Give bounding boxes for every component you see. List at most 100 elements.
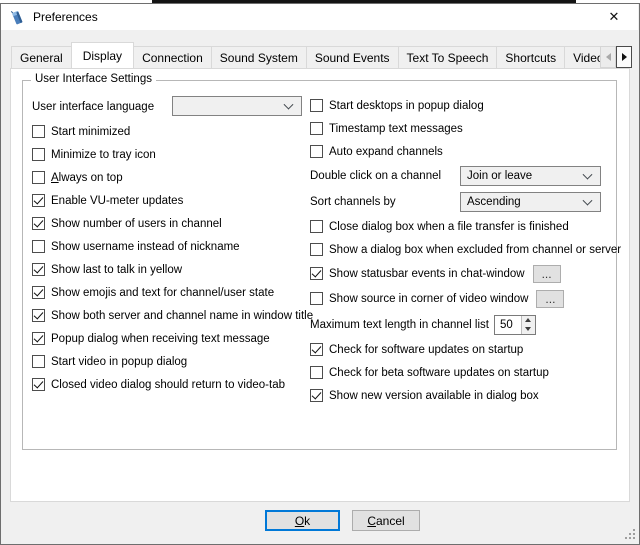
row-show-user-count: Show number of users in channel — [32, 212, 308, 235]
tab-scroll-buttons — [600, 46, 632, 68]
checkbox-auto-expand[interactable] — [310, 145, 323, 158]
checkbox-statusbar-events[interactable] — [310, 267, 323, 280]
row-new-version-dialog: Show new version available in dialog box — [310, 384, 632, 407]
tab-connection[interactable]: Connection — [133, 46, 212, 68]
statusbar-events-more-button[interactable]: ... — [533, 265, 561, 283]
checkbox-minimize-to-tray[interactable] — [32, 148, 45, 161]
checkbox-check-updates[interactable] — [310, 343, 323, 356]
left-column: User interface language Start minimized … — [32, 94, 308, 396]
checkbox-always-on-top[interactable] — [32, 171, 45, 184]
row-minimize-to-tray: Minimize to tray icon — [32, 143, 308, 166]
double-click-value: Join or leave — [467, 170, 532, 182]
checkbox-show-user-count[interactable] — [32, 217, 45, 230]
cancel-button[interactable]: Cancel — [352, 510, 420, 531]
checkbox-start-minimized[interactable] — [32, 125, 45, 138]
row-video-popup: Start video in popup dialog — [32, 350, 308, 373]
row-check-beta-updates: Check for beta software updates on start… — [310, 361, 632, 384]
checkbox-video-popup[interactable] — [32, 355, 45, 368]
tab-scroll-left-button — [600, 46, 616, 68]
row-show-username: Show username instead of nickname — [32, 235, 308, 258]
label-last-to-talk[interactable]: Show last to talk in yellow — [51, 264, 182, 276]
tab-sound-system[interactable]: Sound System — [211, 46, 307, 68]
checkbox-popup-text-message[interactable] — [32, 332, 45, 345]
video-source-more-button[interactable]: ... — [536, 290, 564, 308]
chevron-down-icon — [583, 170, 593, 180]
label-always-on-top[interactable]: Always on top — [51, 172, 123, 184]
label-new-version-dialog[interactable]: Show new version available in dialog box — [329, 390, 539, 402]
label-minimize-to-tray[interactable]: Minimize to tray icon — [51, 149, 156, 161]
row-video-source-corner: Show source in corner of video window ..… — [310, 286, 632, 311]
tab-scroll-right-button[interactable] — [616, 46, 632, 68]
checkbox-closed-video[interactable] — [32, 378, 45, 391]
language-row: User interface language — [32, 94, 308, 120]
checkbox-new-version-dialog[interactable] — [310, 389, 323, 402]
label-timestamp[interactable]: Timestamp text messages — [329, 123, 463, 135]
label-vu-meter[interactable]: Enable VU-meter updates — [51, 195, 183, 207]
label-window-title[interactable]: Show both server and channel name in win… — [51, 310, 313, 322]
chevron-down-icon — [583, 196, 593, 206]
max-text-length-spinner: 50 — [494, 315, 536, 335]
label-close-file-transfer[interactable]: Close dialog box when a file transfer is… — [329, 221, 569, 233]
checkbox-show-username[interactable] — [32, 240, 45, 253]
checkbox-emojis[interactable] — [32, 286, 45, 299]
checkbox-start-desktops[interactable] — [310, 99, 323, 112]
label-excluded-dialog[interactable]: Show a dialog box when excluded from cha… — [329, 244, 621, 256]
tab-text-to-speech[interactable]: Text To Speech — [398, 46, 498, 68]
arrow-down-icon — [525, 327, 531, 331]
chevron-down-icon — [284, 100, 294, 110]
checkbox-last-to-talk[interactable] — [32, 263, 45, 276]
tab-display[interactable]: Display — [71, 42, 134, 68]
label-statusbar-events[interactable]: Show statusbar events in chat-window — [329, 268, 525, 280]
checkbox-check-beta-updates[interactable] — [310, 366, 323, 379]
row-check-updates: Check for software updates on startup — [310, 338, 632, 361]
close-icon[interactable]: ✕ — [592, 4, 636, 30]
language-select[interactable] — [172, 96, 302, 116]
label-check-updates[interactable]: Check for software updates on startup — [329, 344, 523, 356]
sort-channels-value: Ascending — [467, 196, 521, 208]
sort-channels-label: Sort channels by — [310, 196, 396, 208]
checkbox-window-title[interactable] — [32, 309, 45, 322]
label-show-username[interactable]: Show username instead of nickname — [51, 241, 240, 253]
spinner-up-button[interactable] — [522, 316, 535, 325]
arrow-up-icon — [525, 318, 531, 322]
row-last-to-talk: Show last to talk in yellow — [32, 258, 308, 281]
checkbox-close-file-transfer[interactable] — [310, 220, 323, 233]
row-double-click: Double click on a channel Join or leave — [310, 163, 632, 189]
tab-shortcuts[interactable]: Shortcuts — [496, 46, 565, 68]
row-popup-text-message: Popup dialog when receiving text message — [32, 327, 308, 350]
checkbox-timestamp[interactable] — [310, 122, 323, 135]
ok-button[interactable]: Ok — [265, 510, 340, 531]
label-video-popup[interactable]: Start video in popup dialog — [51, 356, 187, 368]
label-video-source-corner[interactable]: Show source in corner of video window — [329, 293, 528, 305]
label-start-minimized[interactable]: Start minimized — [51, 126, 130, 138]
spinner-down-button[interactable] — [522, 325, 535, 334]
double-click-select[interactable]: Join or leave — [460, 166, 601, 186]
label-popup-text-message[interactable]: Popup dialog when receiving text message — [51, 333, 270, 345]
label-auto-expand[interactable]: Auto expand channels — [329, 146, 443, 158]
window-title: Preferences — [33, 10, 98, 24]
chevron-left-icon — [606, 53, 611, 61]
max-text-length-value[interactable]: 50 — [495, 316, 521, 334]
tab-sound-events[interactable]: Sound Events — [306, 46, 399, 68]
label-closed-video[interactable]: Closed video dialog should return to vid… — [51, 379, 285, 391]
tabbar: General Display Connection Sound System … — [11, 42, 631, 68]
tab-general[interactable]: General — [11, 46, 72, 68]
checkbox-excluded-dialog[interactable] — [310, 243, 323, 256]
checkbox-video-source-corner[interactable] — [310, 292, 323, 305]
row-statusbar-events: Show statusbar events in chat-window ... — [310, 261, 632, 286]
row-always-on-top: Always on top — [32, 166, 308, 189]
titlebar[interactable]: Preferences ✕ — [1, 4, 638, 30]
max-text-length-label: Maximum text length in channel list — [310, 319, 489, 331]
row-sort-channels: Sort channels by Ascending — [310, 189, 632, 215]
checkbox-vu-meter[interactable] — [32, 194, 45, 207]
row-close-file-transfer: Close dialog box when a file transfer is… — [310, 215, 632, 238]
preferences-dialog-screenshot: Preferences ✕ General Display Connection… — [0, 0, 640, 545]
double-click-label: Double click on a channel — [310, 170, 441, 182]
resize-grip[interactable] — [625, 529, 636, 540]
spinner-buttons — [521, 316, 535, 334]
sort-channels-select[interactable]: Ascending — [460, 192, 601, 212]
label-check-beta-updates[interactable]: Check for beta software updates on start… — [329, 367, 549, 379]
label-emojis[interactable]: Show emojis and text for channel/user st… — [51, 287, 274, 299]
label-show-user-count[interactable]: Show number of users in channel — [51, 218, 222, 230]
label-start-desktops[interactable]: Start desktops in popup dialog — [329, 100, 484, 112]
